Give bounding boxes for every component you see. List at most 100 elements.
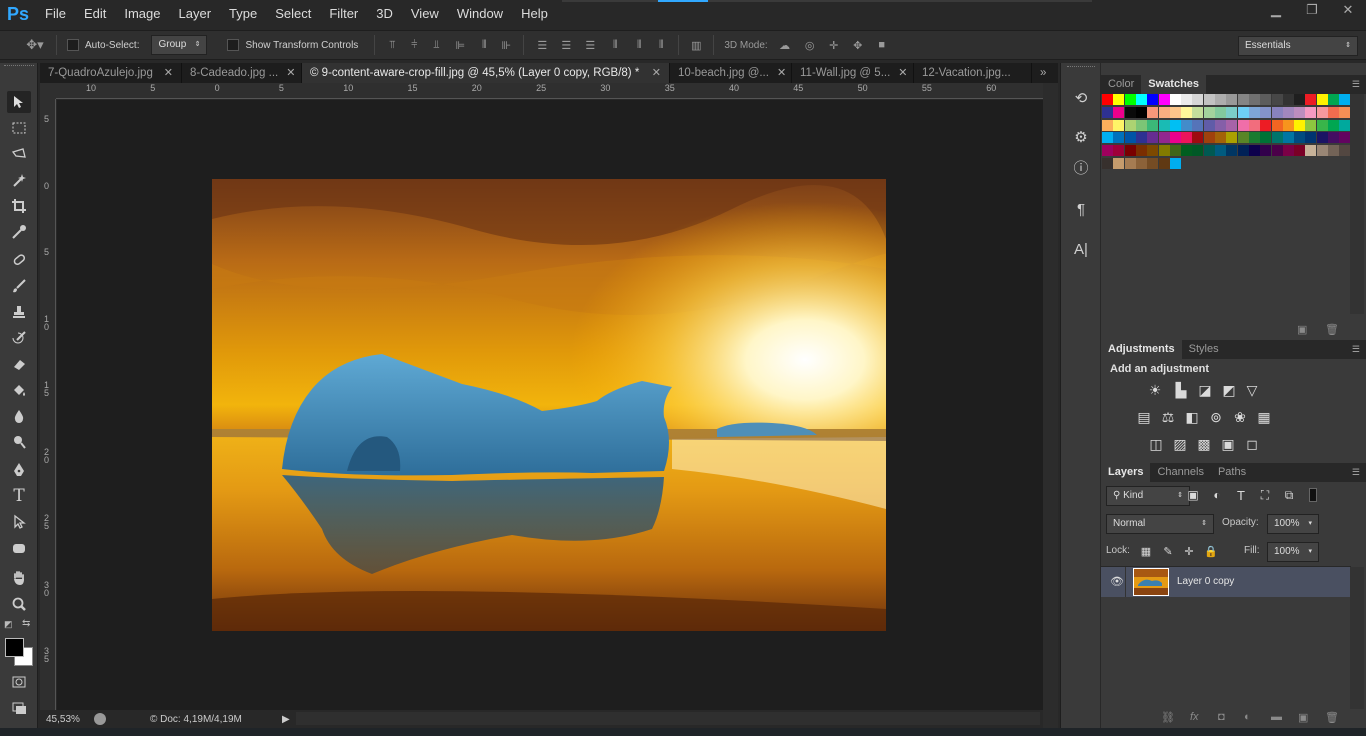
color-swatch[interactable] [1181, 106, 1193, 118]
filter-adjustment-icon[interactable]: ◐ [1207, 486, 1227, 504]
minimize-button[interactable]: ▁ [1258, 0, 1294, 20]
restore-button[interactable]: ❐ [1294, 0, 1330, 20]
new-adjustment-layer-icon[interactable]: ◐ [1244, 711, 1251, 723]
pen-tool-icon[interactable] [7, 459, 31, 481]
tab-styles[interactable]: Styles [1182, 340, 1226, 359]
color-swatch[interactable] [1102, 145, 1113, 157]
color-swatch[interactable] [1260, 132, 1272, 144]
horizontal-ruler[interactable]: 10 5 0 5 10 15 20 25 30 35 40 45 50 55 60 [56, 83, 1043, 99]
show-transform-checkbox[interactable]: Show Transform Controls [227, 39, 358, 51]
menu-type[interactable]: Type [220, 0, 266, 28]
swap-colors-icon[interactable]: ⇆ [22, 618, 34, 630]
paragraph-panel-icon[interactable]: ¶ [1069, 197, 1093, 221]
color-swatch[interactable] [1215, 106, 1226, 118]
color-swatch[interactable] [1203, 145, 1215, 157]
color-swatch[interactable] [1203, 106, 1215, 118]
lock-position-icon[interactable]: ✛ [1179, 542, 1199, 560]
color-swatch[interactable] [1282, 94, 1294, 105]
color-swatch[interactable] [1135, 94, 1147, 105]
ruler-origin[interactable] [40, 83, 56, 99]
swatches-scrollbar[interactable] [1350, 94, 1364, 314]
info-panel-icon[interactable]: ⓘ [1069, 155, 1093, 179]
color-swatch[interactable] [1294, 94, 1306, 105]
color-balance-icon[interactable]: ⚖ [1158, 408, 1178, 426]
default-colors-icon[interactable]: ◩ [4, 619, 14, 629]
history-panel-icon[interactable]: ⟲ [1069, 86, 1093, 110]
panel-menu-icon[interactable]: ☰ [1352, 344, 1360, 355]
blend-mode-dropdown[interactable]: Normal ⇕ [1106, 514, 1214, 534]
move-tool-icon[interactable] [7, 91, 31, 113]
color-swatch[interactable] [1316, 94, 1328, 105]
move-tool-preset-icon[interactable]: ✥▾ [20, 37, 50, 53]
clone-stamp-tool-icon[interactable] [7, 301, 31, 323]
color-swatch[interactable] [1124, 132, 1136, 144]
color-swatch[interactable] [1124, 106, 1136, 118]
gradient-map-icon[interactable]: ▣ [1218, 435, 1238, 453]
zoom-level[interactable]: 45,53% [40, 714, 90, 725]
crop-tool-icon[interactable] [7, 195, 31, 217]
color-swatch[interactable] [1215, 132, 1226, 144]
vertical-ruler[interactable]: 5 0 5 1 0 1 5 2 0 2 5 3 0 3 5 [40, 99, 56, 711]
color-swatch[interactable] [1113, 94, 1125, 105]
color-swatch[interactable] [1339, 132, 1351, 144]
color-swatch[interactable] [1271, 119, 1283, 131]
color-swatch[interactable] [1215, 94, 1226, 105]
color-swatch[interactable] [1147, 132, 1159, 144]
color-swatch[interactable] [1248, 119, 1260, 131]
color-swatch[interactable] [1169, 145, 1181, 157]
opacity-field[interactable]: 100% ▾ [1267, 514, 1319, 534]
eyedropper-tool-icon[interactable] [7, 221, 31, 243]
color-swatch[interactable] [1102, 158, 1113, 169]
menu-3d[interactable]: 3D [367, 0, 402, 28]
color-swatch[interactable] [1260, 106, 1272, 118]
color-swatch[interactable] [1260, 145, 1272, 157]
color-swatch[interactable] [1237, 106, 1249, 118]
distribute-left-icon[interactable]: ⦀ [602, 39, 628, 52]
properties-panel-icon[interactable]: ⚙ [1069, 125, 1093, 149]
color-swatch[interactable] [1248, 94, 1260, 105]
3d-drag-icon[interactable]: ✛ [822, 39, 846, 52]
color-swatch[interactable] [1328, 106, 1339, 118]
color-swatch[interactable] [1181, 94, 1193, 105]
color-swatch[interactable] [1339, 94, 1351, 105]
menu-filter[interactable]: Filter [320, 0, 367, 28]
layer-thumbnail[interactable] [1133, 568, 1169, 596]
selective-color-icon[interactable]: ◻ [1242, 435, 1262, 453]
filter-pixel-icon[interactable]: ▣ [1183, 486, 1203, 504]
quick-mask-icon[interactable] [7, 671, 31, 693]
color-swatch[interactable] [1305, 132, 1317, 144]
dodge-tool-icon[interactable] [7, 431, 31, 453]
delete-layer-icon[interactable]: 🗑 [1325, 711, 1339, 724]
color-swatch[interactable] [1169, 132, 1181, 144]
eye-visibility-icon[interactable]: 👁 [1110, 575, 1124, 588]
color-swatch[interactable] [1248, 145, 1260, 157]
color-swatch[interactable] [1158, 158, 1170, 169]
color-swatch[interactable] [1226, 145, 1238, 157]
tab-paths[interactable]: Paths [1211, 463, 1253, 482]
color-swatch[interactable] [1135, 158, 1147, 169]
close-icon[interactable]: ✕ [652, 63, 661, 83]
color-swatch[interactable] [1113, 132, 1125, 144]
align-horizontal-center-icon[interactable]: ⫴ [473, 39, 495, 52]
color-swatch[interactable] [1135, 145, 1147, 157]
marquee-tool-icon[interactable] [7, 117, 31, 139]
color-swatch[interactable] [1147, 106, 1159, 118]
status-menu-arrow-icon[interactable]: ▶ [282, 714, 290, 725]
menu-help[interactable]: Help [512, 0, 557, 28]
color-swatch[interactable] [1282, 106, 1294, 118]
layer-name[interactable]: Layer 0 copy [1177, 576, 1234, 587]
color-swatch[interactable] [1124, 94, 1136, 105]
color-swatch[interactable] [1271, 94, 1283, 105]
color-swatch[interactable] [1181, 145, 1193, 157]
color-swatch[interactable] [1124, 119, 1136, 131]
brush-tool-icon[interactable] [7, 275, 31, 297]
color-swatch[interactable] [1226, 119, 1238, 131]
tab-color[interactable]: Color [1101, 75, 1141, 94]
color-swatch[interactable] [1328, 119, 1339, 131]
close-button[interactable]: ✕ [1330, 0, 1366, 20]
close-icon[interactable]: ✕ [898, 63, 907, 83]
3d-roll-icon[interactable]: ◎ [798, 39, 822, 52]
color-swatch[interactable] [1192, 132, 1204, 144]
eraser-tool-icon[interactable] [7, 353, 31, 375]
color-swatch[interactable] [1271, 106, 1283, 118]
